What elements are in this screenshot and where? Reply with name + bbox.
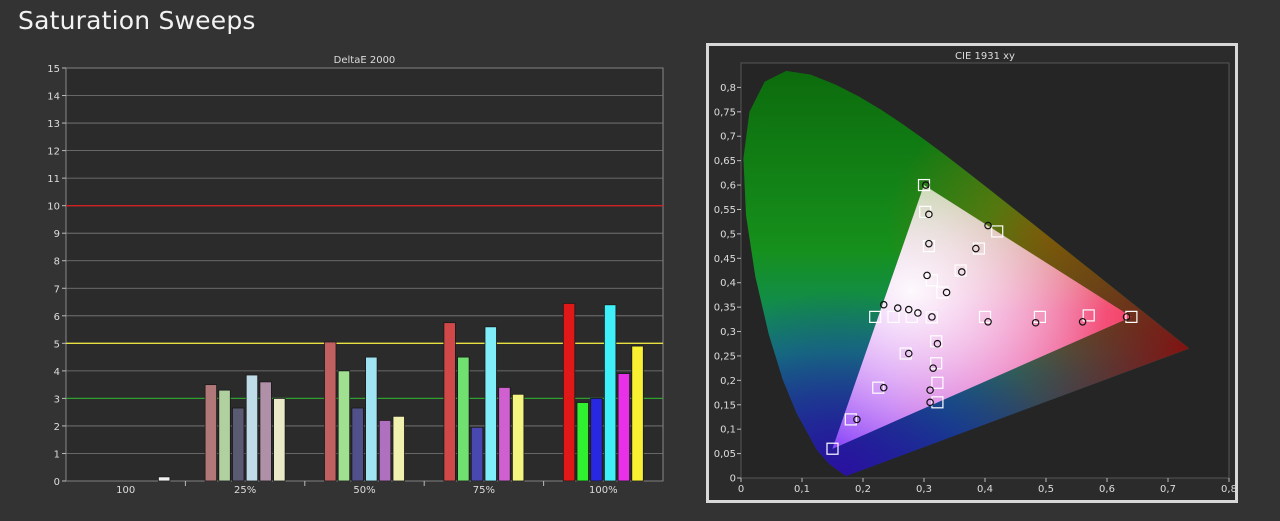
y-tick-label: 0,8 <box>720 83 736 94</box>
y-tick-label: 10 <box>47 202 60 213</box>
y-tick-label: 11 <box>47 174 60 185</box>
y-tick-label: 0 <box>730 474 736 485</box>
y-tick-label: 0,1 <box>720 425 736 436</box>
x-tick-label: 0,1 <box>794 484 810 495</box>
y-tick-label: 5 <box>54 339 60 350</box>
y-tick-label: 12 <box>47 147 60 158</box>
y-tick-label: 0,5 <box>720 229 736 240</box>
bar <box>351 407 364 482</box>
y-tick-label: 7 <box>54 284 60 295</box>
chart-title: CIE 1931 xy <box>955 51 1015 62</box>
x-tick-label: 0,6 <box>1099 484 1115 495</box>
bar <box>378 420 392 482</box>
bar <box>457 356 470 482</box>
delta-e-bar-chart: DeltaE 20000123456789101112131415100 25% 5… <box>47 55 664 496</box>
bar <box>617 373 630 482</box>
y-tick-label: 4 <box>54 367 60 378</box>
bar <box>631 345 644 482</box>
bar <box>365 356 378 482</box>
x-tick-label: 0,8 <box>1221 484 1235 495</box>
cie-chart-frame: 0 0,1 0,2 0,3 0,4 0,5 0,6 0,7 0,8 0 0,05 0,1 0,15 0,2… <box>706 43 1238 503</box>
bar <box>204 384 218 482</box>
bar <box>511 393 525 482</box>
y-tick-label: 0 <box>54 477 60 488</box>
y-tick-label: 0,45 <box>714 254 736 265</box>
y-tick-label: 0,35 <box>714 303 736 314</box>
bar <box>470 426 484 482</box>
y-tick-label: 9 <box>54 229 60 240</box>
bar <box>157 476 171 482</box>
bar <box>337 370 351 482</box>
x-tick-label: 50% <box>353 485 375 496</box>
x-tick-label: 75% <box>473 485 495 496</box>
y-tick-label: 1 <box>54 449 60 460</box>
bar <box>484 326 497 482</box>
bar <box>562 303 576 482</box>
page-title: Saturation Sweeps <box>18 6 256 35</box>
y-tick-label: 0,7 <box>720 132 736 143</box>
bar <box>576 402 589 482</box>
y-tick-label: 2 <box>54 422 60 433</box>
bar <box>218 389 231 482</box>
bar <box>392 415 405 482</box>
bar <box>324 341 337 482</box>
cie-1931-chart: 0 0,1 0,2 0,3 0,4 0,5 0,6 0,7 0,8 0 0,05 0,1 0,15 0,2… <box>714 51 1235 495</box>
y-tick-label: 8 <box>54 257 60 268</box>
x-tick-label: 100% <box>589 485 618 496</box>
x-tick-label: 0 <box>738 484 744 495</box>
bar <box>259 381 272 482</box>
y-tick-label: 0,2 <box>720 376 736 387</box>
y-tick-label: 13 <box>47 119 60 130</box>
y-tick-label: 0,15 <box>714 400 736 411</box>
y-tick-label: 0,3 <box>720 327 736 338</box>
bar <box>232 407 245 482</box>
bar <box>273 397 286 482</box>
y-tick-label: 0,75 <box>714 107 736 118</box>
x-tick-label: 0,2 <box>855 484 871 495</box>
y-tick-label: 0,05 <box>714 449 736 460</box>
y-tick-label: 0,55 <box>714 205 736 216</box>
y-tick-label: 15 <box>47 64 60 75</box>
bar <box>498 386 511 482</box>
bar <box>443 322 456 482</box>
x-tick-label: 100 <box>116 485 135 496</box>
y-tick-label: 14 <box>47 92 60 103</box>
bar <box>604 304 617 482</box>
x-tick-label: 0,7 <box>1160 484 1176 495</box>
y-tick-label: 0,4 <box>720 278 736 289</box>
y-tick-label: 0,25 <box>714 351 736 362</box>
bar <box>590 397 603 482</box>
y-tick-label: 0,65 <box>714 156 736 167</box>
y-tick-label: 6 <box>54 312 60 323</box>
x-tick-label: 25% <box>234 485 256 496</box>
y-tick-label: 3 <box>54 394 60 405</box>
x-tick-label: 0,4 <box>977 484 993 495</box>
y-tick-label: 0,6 <box>720 181 736 192</box>
bar <box>245 374 259 482</box>
x-tick-label: 0,3 <box>916 484 932 495</box>
x-tick-label: 0,5 <box>1038 484 1054 495</box>
chart-title: DeltaE 2000 <box>334 55 396 66</box>
